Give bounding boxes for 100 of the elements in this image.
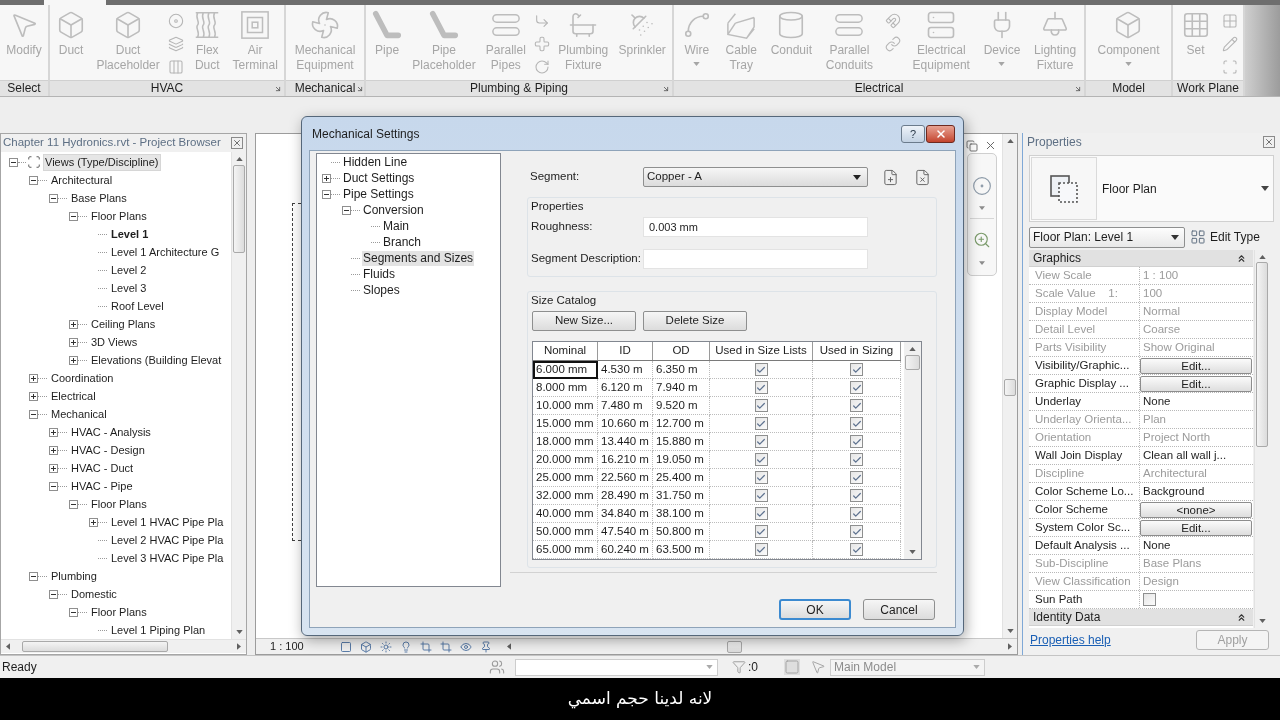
tree-item[interactable]: Domestic bbox=[69, 585, 119, 603]
pin-icon[interactable] bbox=[480, 640, 492, 653]
checkbox[interactable] bbox=[754, 489, 768, 502]
checkbox[interactable] bbox=[850, 543, 863, 556]
checkbox[interactable] bbox=[850, 453, 863, 466]
tree-item[interactable]: Level 3 bbox=[109, 279, 149, 297]
dialog-button[interactable]: New Size... bbox=[532, 311, 636, 331]
tree-item[interactable]: Conversion bbox=[362, 202, 425, 218]
plus-box-icon[interactable] bbox=[69, 337, 78, 347]
tree-item[interactable]: Plumbing bbox=[49, 567, 99, 585]
column-header[interactable]: Nominal bbox=[533, 342, 598, 360]
view-dropdown[interactable]: Floor Plan: Level 1 bbox=[1029, 226, 1185, 248]
view-scale[interactable]: 1 : 100 bbox=[270, 638, 324, 655]
column-header[interactable]: Used in Sizing bbox=[813, 342, 901, 360]
minus-box-icon[interactable] bbox=[29, 409, 38, 419]
help-button[interactable]: ? bbox=[901, 124, 925, 143]
checkbox[interactable] bbox=[850, 363, 863, 376]
minus-box-icon[interactable] bbox=[29, 175, 38, 185]
arrow-down-right-icon[interactable] bbox=[662, 84, 670, 93]
tree-item[interactable]: Floor Plans bbox=[89, 495, 149, 513]
property-button[interactable]: Edit... bbox=[1140, 375, 1252, 392]
tree-item[interactable]: Level 1 Piping Plan bbox=[109, 621, 208, 639]
arrow-down-right-icon[interactable] bbox=[274, 84, 282, 93]
dialog-button[interactable]: Cancel bbox=[863, 599, 935, 620]
tree-item[interactable]: Ceiling Plans bbox=[89, 315, 158, 333]
tree-item[interactable]: Architectural bbox=[49, 171, 115, 189]
overlapping-squares-icon[interactable] bbox=[966, 140, 978, 152]
checkbox[interactable] bbox=[754, 417, 768, 430]
plus-box-icon[interactable] bbox=[49, 463, 58, 473]
scrollbar-thumb[interactable] bbox=[1004, 379, 1016, 396]
property-button[interactable]: Edit... bbox=[1140, 357, 1252, 374]
checkbox[interactable] bbox=[850, 399, 863, 412]
checkbox[interactable] bbox=[754, 381, 768, 394]
checkbox[interactable] bbox=[1143, 593, 1156, 606]
tree-item[interactable]: Main bbox=[382, 218, 410, 234]
minus-box-icon[interactable] bbox=[49, 481, 58, 491]
tree-item[interactable]: Roof Level bbox=[109, 297, 166, 315]
edit-type-button[interactable]: Edit Type bbox=[1190, 228, 1260, 246]
minus-box-icon[interactable] bbox=[69, 499, 78, 509]
minus-box-icon[interactable] bbox=[69, 607, 78, 617]
column-header[interactable]: ID bbox=[598, 342, 653, 360]
scrollbar[interactable] bbox=[231, 152, 246, 639]
caret-up-icon[interactable] bbox=[1006, 139, 1014, 143]
arrow-down-right-icon[interactable] bbox=[1074, 84, 1082, 93]
minus-box-icon[interactable] bbox=[49, 589, 58, 599]
tree-item[interactable]: Slopes bbox=[362, 282, 401, 298]
minus-box-icon[interactable] bbox=[342, 205, 351, 215]
plus-box-icon[interactable] bbox=[29, 391, 38, 401]
tree-item[interactable]: Level 2 HVAC Pipe Pla bbox=[109, 531, 226, 549]
minus-box-icon[interactable] bbox=[322, 189, 331, 199]
tree-item[interactable]: Views (Type/Discipline) bbox=[43, 153, 161, 171]
type-selector[interactable]: Floor Plan bbox=[1029, 155, 1274, 222]
tree-item[interactable]: Floor Plans bbox=[89, 603, 149, 621]
tree-item[interactable]: Level 1 HVAC Pipe Pla bbox=[109, 513, 226, 531]
column-header[interactable]: OD bbox=[653, 342, 710, 360]
minus-box-icon[interactable] bbox=[9, 157, 18, 167]
segment-dropdown[interactable]: Copper - A bbox=[643, 167, 868, 187]
tree-item[interactable]: Fluids bbox=[362, 266, 396, 282]
caret-down-icon[interactable] bbox=[1006, 629, 1014, 633]
checkbox[interactable] bbox=[754, 543, 768, 556]
checkbox[interactable] bbox=[850, 417, 863, 430]
chevrons-up-icon[interactable] bbox=[1236, 252, 1247, 264]
checkbox[interactable] bbox=[850, 489, 863, 502]
checkbox[interactable] bbox=[754, 399, 768, 412]
tree-item[interactable]: Branch bbox=[382, 234, 423, 250]
property-value[interactable]: None bbox=[1140, 536, 1171, 555]
close-icon[interactable] bbox=[1263, 136, 1275, 148]
plus-box-icon[interactable] bbox=[29, 373, 38, 383]
tree-item[interactable]: Level 1 bbox=[109, 225, 151, 243]
caret-left-icon[interactable] bbox=[6, 643, 10, 650]
caret-right-icon[interactable] bbox=[237, 643, 241, 650]
caret-up-icon[interactable] bbox=[235, 157, 243, 161]
tree-item[interactable]: Segments and Sizes bbox=[362, 250, 475, 266]
minus-box-icon[interactable] bbox=[29, 571, 38, 581]
property-value[interactable]: Background bbox=[1140, 482, 1205, 501]
checkbox[interactable] bbox=[850, 435, 863, 448]
crop-icon[interactable] bbox=[420, 640, 432, 653]
scrollbar[interactable] bbox=[904, 342, 921, 559]
caret-right-icon[interactable] bbox=[1008, 643, 1012, 650]
checkbox[interactable] bbox=[754, 507, 768, 520]
file-x-icon[interactable] bbox=[914, 168, 931, 186]
checkbox[interactable] bbox=[754, 453, 768, 466]
caret-down-icon[interactable] bbox=[235, 630, 243, 634]
cube-icon[interactable] bbox=[360, 640, 372, 653]
dialog-button[interactable]: Delete Size bbox=[643, 311, 747, 331]
scrollbar-thumb[interactable] bbox=[905, 355, 920, 370]
caret-up-icon[interactable] bbox=[1258, 255, 1266, 259]
file-plus-icon[interactable] bbox=[882, 168, 899, 186]
tree-item[interactable]: Hidden Line bbox=[342, 154, 409, 170]
plus-box-icon[interactable] bbox=[69, 319, 78, 329]
input-field[interactable] bbox=[643, 249, 868, 269]
caret-down-icon[interactable] bbox=[979, 261, 985, 265]
users-icon[interactable] bbox=[489, 659, 505, 675]
tree-item[interactable]: Level 2 bbox=[109, 261, 149, 279]
plus-box-icon[interactable] bbox=[49, 445, 58, 455]
tree-item[interactable]: HVAC - Pipe bbox=[69, 477, 135, 495]
close-button[interactable] bbox=[926, 124, 955, 143]
arrow-down-right-icon[interactable] bbox=[355, 84, 364, 93]
crop-icon[interactable] bbox=[440, 640, 452, 653]
property-button[interactable]: <none> bbox=[1140, 501, 1252, 518]
